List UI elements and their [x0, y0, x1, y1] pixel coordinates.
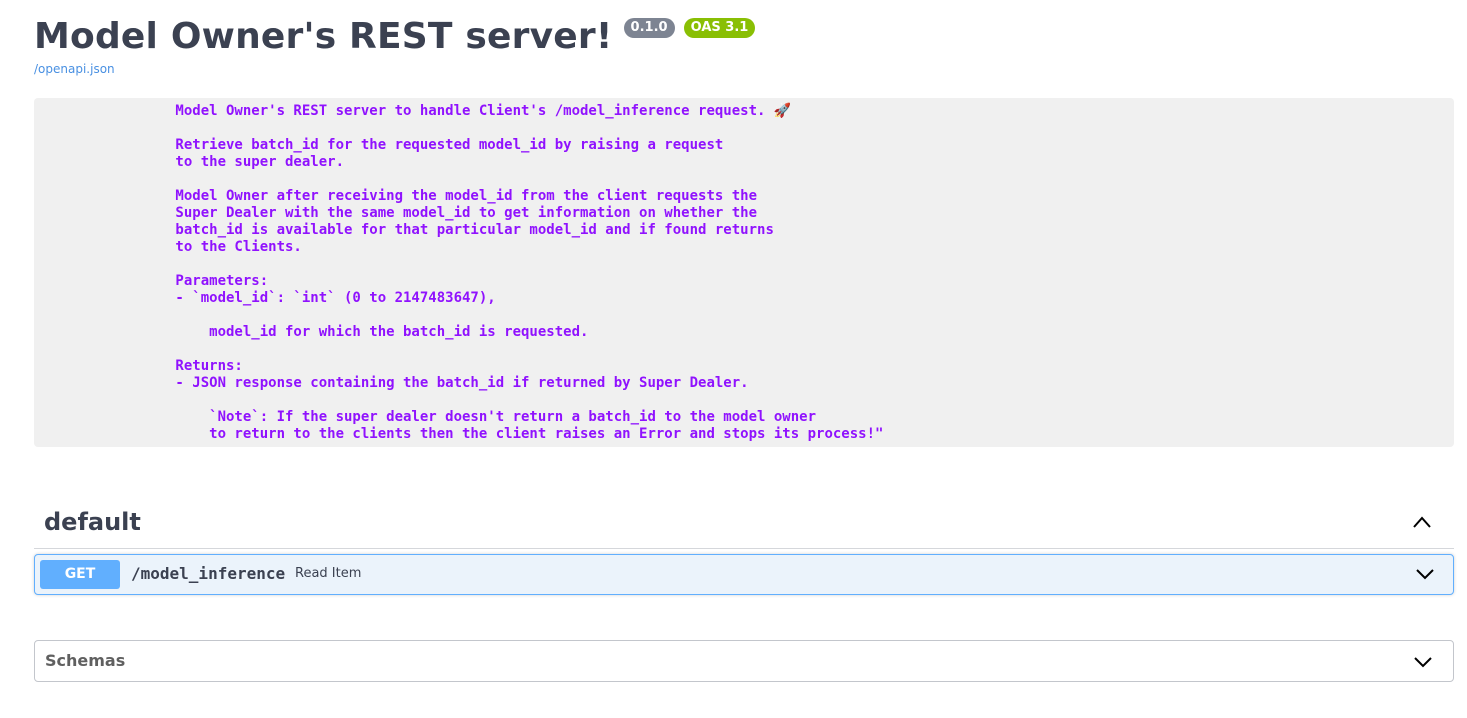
schemas-title: Schemas: [45, 651, 126, 670]
page-title: Model Owner's REST server!: [34, 16, 613, 57]
operation-summary: Read Item: [295, 566, 362, 581]
title-row: Model Owner's REST server! 0.1.0 OAS 3.1: [34, 14, 756, 64]
operation-get-model-inference[interactable]: GET /model_inference Read Item: [34, 554, 1454, 595]
tag-name: default: [44, 508, 141, 536]
operation-path: /model_inference: [131, 564, 286, 583]
api-description: Model Owner's REST server to handle Clie…: [34, 98, 1454, 447]
chevron-up-icon[interactable]: [1412, 515, 1432, 529]
openapi-json-link[interactable]: /openapi.json: [34, 62, 115, 76]
schemas-section[interactable]: Schemas: [34, 640, 1454, 682]
http-method-badge: GET: [40, 560, 120, 589]
chevron-down-icon[interactable]: [1415, 567, 1435, 581]
api-description-text: Model Owner's REST server to handle Clie…: [175, 103, 884, 442]
version-badge: 0.1.0: [623, 18, 675, 38]
tag-header-default[interactable]: default: [34, 500, 1454, 549]
chevron-down-icon[interactable]: [1413, 655, 1433, 669]
oas-version-badge: OAS 3.1: [683, 18, 756, 38]
